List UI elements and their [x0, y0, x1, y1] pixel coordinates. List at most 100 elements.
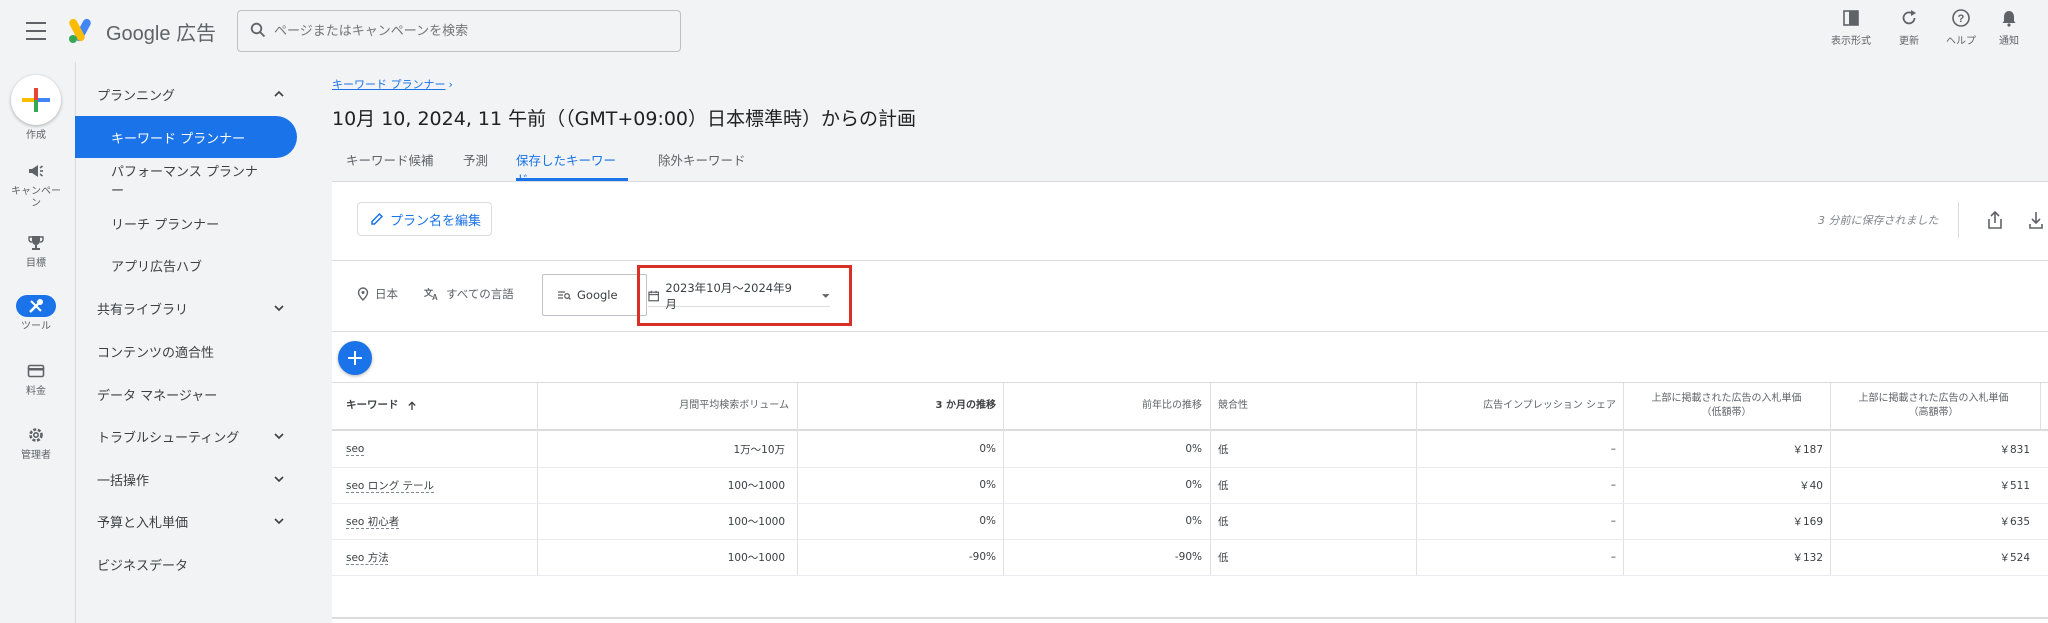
- rail-item-admin[interactable]: 管理者: [0, 424, 72, 462]
- nav-item-reach-planner[interactable]: リーチ プランナー: [75, 202, 297, 244]
- refresh-label: 更新: [1899, 36, 1919, 47]
- search-input[interactable]: [274, 20, 664, 42]
- keyword-cell[interactable]: seo 方法: [346, 550, 389, 565]
- plus-icon: [348, 351, 362, 365]
- sort-up-arrow-icon: [407, 401, 416, 410]
- chevron-right-icon: ›: [448, 78, 453, 91]
- nav-item-content-suitability[interactable]: コンテンツの適合性: [75, 330, 297, 372]
- location-filter[interactable]: 日本: [357, 286, 398, 302]
- nav-item-performance-planner[interactable]: パフォーマンス プランナー: [75, 160, 297, 202]
- view-mode-button[interactable]: 表示形式: [1822, 8, 1880, 47]
- saved-status: 3 分前に保存されました: [1818, 214, 1939, 227]
- column-header-three-month[interactable]: 3 か月の推移: [797, 383, 1002, 429]
- search-box[interactable]: [237, 10, 681, 52]
- chevron-down-icon: [274, 305, 284, 312]
- bid-low-cell: ￥169: [1792, 515, 1823, 528]
- view-mode-label: 表示形式: [1831, 36, 1871, 47]
- keyword-cell[interactable]: seo ロング テール: [346, 478, 434, 493]
- column-header-competition[interactable]: 競合性: [1218, 383, 1414, 429]
- filter-bottom-divider: [332, 331, 2048, 332]
- tab-forecast[interactable]: 予測: [463, 150, 488, 181]
- tab-negative-keywords[interactable]: 除外キーワード: [658, 150, 746, 181]
- nav-section-bulk-actions[interactable]: 一括操作: [75, 458, 297, 500]
- nav-label: キーワード プランナー: [111, 131, 246, 147]
- rail-item-goals[interactable]: 目標: [0, 232, 72, 270]
- help-label: ヘルプ: [1946, 36, 1976, 47]
- chevron-down-icon: [274, 476, 284, 483]
- rail-item-tools[interactable]: ツール: [0, 295, 72, 333]
- nav-label: プランニング: [97, 88, 176, 104]
- page-title: 10月 10, 2024, 11 午前（（GMT+09:00）日本標準時）からの…: [332, 108, 917, 130]
- view-mode-icon: [1843, 10, 1859, 26]
- chevron-up-icon: [274, 90, 284, 97]
- network-filter[interactable]: Google: [542, 274, 647, 316]
- svg-text:A: A: [432, 293, 438, 301]
- share-button[interactable]: [1986, 210, 2004, 234]
- share-icon: [1988, 210, 2002, 229]
- column-header-volume[interactable]: 月間平均検索ボリューム: [537, 383, 795, 429]
- three-month-cell: 0%: [979, 443, 996, 455]
- yoy-cell: 0%: [1185, 443, 1202, 455]
- nav-item-business-data[interactable]: ビジネスデータ: [75, 543, 297, 585]
- column-header-keyword[interactable]: キーワード: [346, 383, 536, 429]
- volume-cell: 1万～10万: [733, 443, 785, 456]
- competition-cell: 低: [1218, 515, 1229, 528]
- volume-cell: 100～1000: [727, 515, 785, 528]
- bid-high-cell: ￥524: [1999, 551, 2030, 564]
- nav-item-data-manager[interactable]: データ マネージャー: [75, 373, 297, 415]
- competition-cell: 低: [1218, 443, 1229, 456]
- breadcrumb[interactable]: キーワード プランナー ›: [332, 76, 453, 92]
- column-header-bid-high[interactable]: 上部に掲載された広告の入札単価 （高額帯）: [1831, 383, 2036, 429]
- top-header: Google 広告 表示形式 更新 ? ヘルプ 通: [0, 0, 2048, 62]
- nav-item-app-hub[interactable]: アプリ広告ハブ: [75, 244, 297, 286]
- add-keyword-button[interactable]: [338, 341, 372, 375]
- column-header-impression-share[interactable]: 広告インプレッション シェア: [1417, 383, 1622, 429]
- notifications-button[interactable]: 通知: [1980, 8, 2038, 47]
- rail-item-billing[interactable]: 料金: [0, 360, 72, 398]
- yoy-cell: 0%: [1185, 515, 1202, 527]
- nav-label: トラブルシューティング: [97, 430, 240, 446]
- notifications-label: 通知: [1999, 36, 2019, 47]
- yoy-cell: 0%: [1185, 479, 1202, 491]
- refresh-button[interactable]: 更新: [1880, 8, 1938, 47]
- impression-share-cell: –: [1610, 479, 1616, 491]
- nav-item-keyword-planner[interactable]: キーワード プランナー: [75, 116, 297, 158]
- three-month-cell: 0%: [979, 479, 996, 491]
- nav-section-shared-library[interactable]: 共有ライブラリ: [75, 287, 297, 329]
- breadcrumb-link[interactable]: キーワード プランナー: [332, 78, 446, 91]
- three-month-cell: 0%: [979, 515, 996, 527]
- rail-item-campaigns[interactable]: キャンペーン: [0, 160, 72, 209]
- column-header-yoy[interactable]: 前年比の推移: [1003, 383, 1208, 429]
- nav-section-planning[interactable]: プランニング: [75, 73, 297, 115]
- column-header-label: キーワード: [346, 399, 399, 412]
- keyword-cell[interactable]: seo 初心者: [346, 514, 399, 529]
- keyword-cell[interactable]: seo: [346, 443, 364, 455]
- search-network-icon: [558, 291, 571, 300]
- bid-high-cell: ￥511: [1999, 479, 2030, 492]
- impression-share-cell: –: [1610, 515, 1616, 527]
- plus-icon: [22, 88, 50, 112]
- tab-keyword-ideas[interactable]: キーワード候補: [346, 150, 434, 181]
- bid-high-cell: ￥635: [1999, 515, 2030, 528]
- column-divider: [2040, 383, 2041, 429]
- location-value: 日本: [375, 287, 398, 301]
- pencil-icon: [371, 212, 384, 225]
- rail-label-goals: 目標: [26, 258, 46, 269]
- nav-label: コンテンツの適合性: [97, 345, 215, 361]
- create-button[interactable]: [11, 75, 61, 125]
- column-header-bid-low[interactable]: 上部に掲載された広告の入札単価 （低額帯）: [1624, 383, 1829, 429]
- language-filter[interactable]: 文A すべての言語: [424, 286, 514, 302]
- nav-section-budget-bidding[interactable]: 予算と入札単価: [75, 500, 297, 542]
- create-label: 作成: [26, 130, 46, 141]
- menu-icon[interactable]: [22, 20, 50, 42]
- tab-saved-keywords[interactable]: 保存したキーワード: [516, 150, 628, 187]
- download-button[interactable]: [2027, 210, 2045, 234]
- nav-label: リーチ プランナー: [111, 217, 220, 233]
- nav-label: データ マネージャー: [97, 388, 218, 404]
- brand-name: Google 広告: [106, 23, 217, 45]
- google-ads-logo-icon[interactable]: [68, 16, 96, 44]
- admin-gear-icon: [16, 424, 56, 446]
- rename-plan-button[interactable]: プラン名を編集: [357, 202, 492, 236]
- nav-section-troubleshooting[interactable]: トラブルシューティング: [75, 415, 297, 457]
- nav-label: 共有ライブラリ: [97, 302, 189, 318]
